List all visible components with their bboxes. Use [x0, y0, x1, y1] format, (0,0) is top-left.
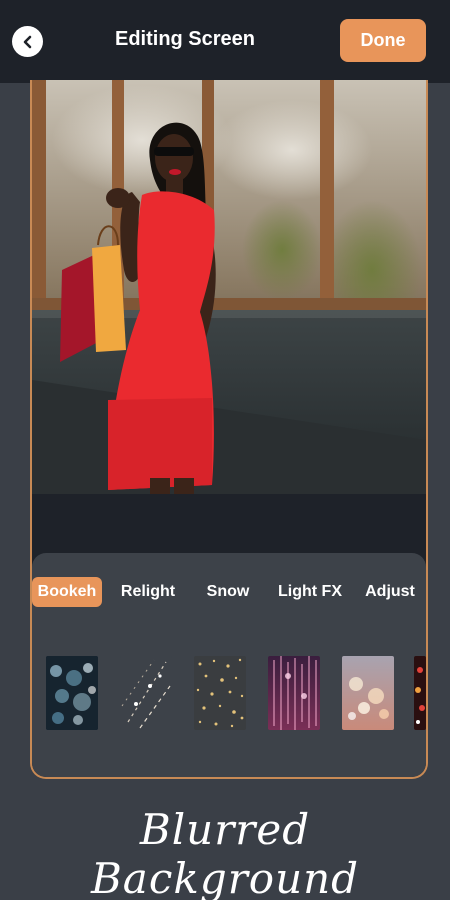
tab-bookeh[interactable]: Bookeh — [32, 577, 102, 607]
editor-frame: Bookeh Relight Snow Light FX Adjust — [30, 80, 428, 779]
tab-light-fx[interactable]: Light FX — [270, 577, 350, 607]
bokeh-blue-thumbnail[interactable] — [46, 656, 98, 730]
bokeh-diagonal-thumbnail[interactable] — [120, 656, 172, 730]
effect-tabs: Bookeh Relight Snow Light FX Adjust — [32, 577, 426, 607]
top-bar: Editing Screen Done — [0, 0, 450, 83]
bokeh-pink-streaks-thumbnail[interactable] — [268, 656, 320, 730]
caption-text: Blurred Background — [90, 805, 360, 900]
bokeh-red-partial-thumbnail[interactable] — [414, 656, 426, 730]
tab-relight[interactable]: Relight — [110, 577, 186, 607]
page-title: Editing Screen — [114, 28, 256, 50]
tab-snow[interactable]: Snow — [198, 577, 258, 607]
edited-photo[interactable] — [32, 80, 426, 494]
tab-adjust[interactable]: Adjust — [358, 577, 422, 607]
bokeh-soft-lights-thumbnail[interactable] — [342, 656, 394, 730]
effects-panel: Bookeh Relight Snow Light FX Adjust — [32, 553, 426, 777]
done-button[interactable]: Done — [340, 19, 426, 62]
bokeh-gold-dots-thumbnail[interactable] — [194, 656, 246, 730]
